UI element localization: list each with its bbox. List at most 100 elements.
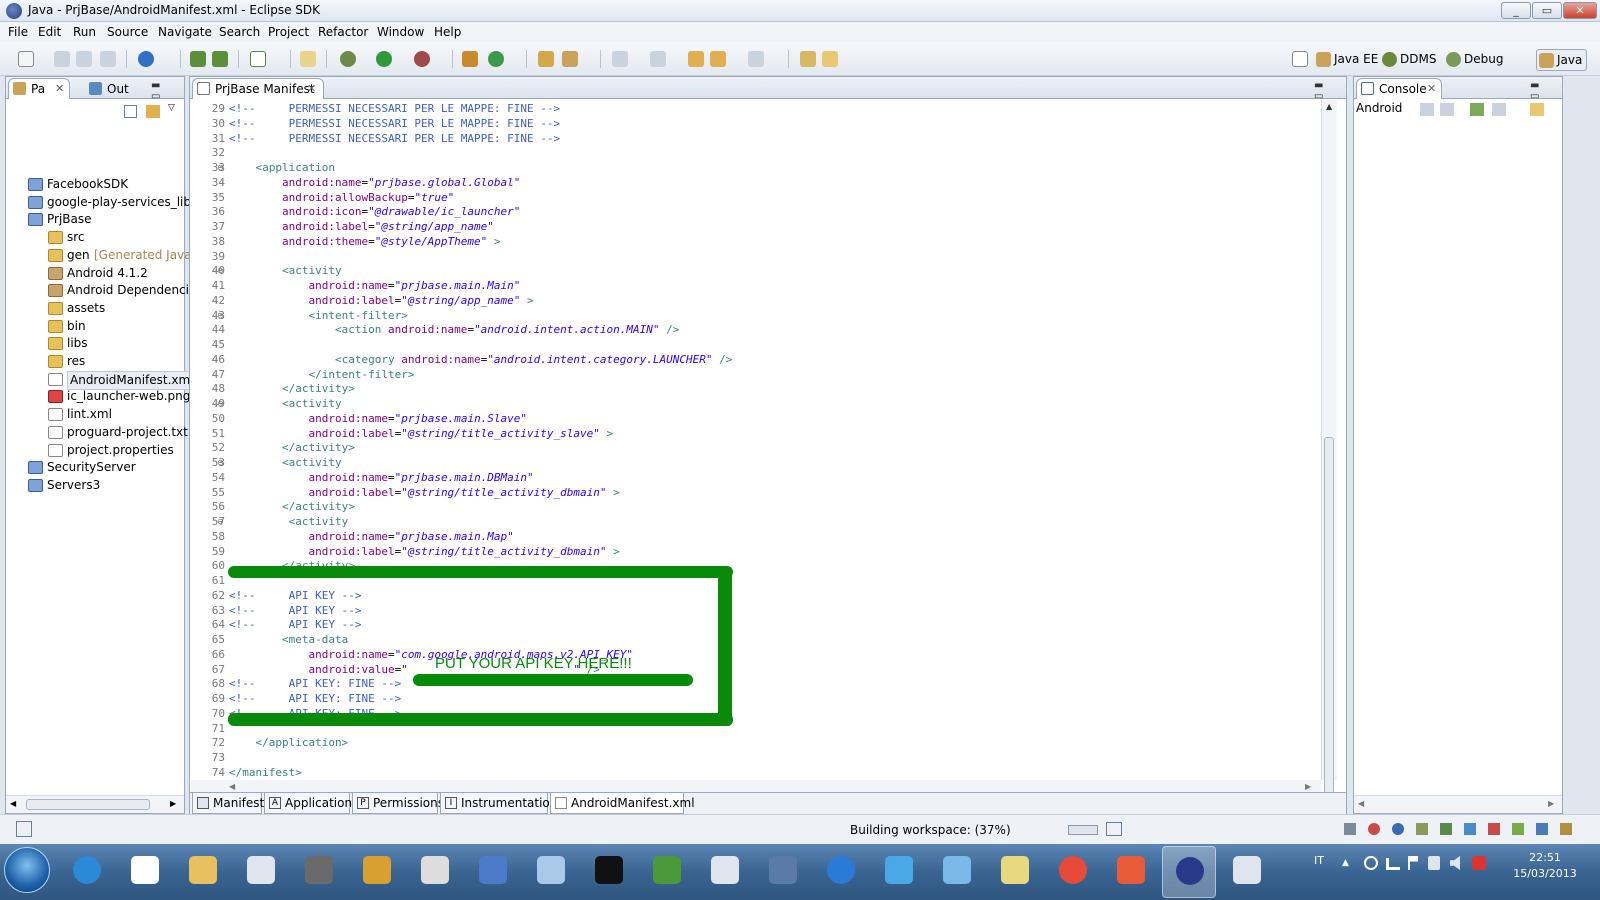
print-icon[interactable]	[100, 51, 116, 67]
status-tool-icon[interactable]	[1464, 823, 1476, 835]
pin-console-icon[interactable]	[1470, 103, 1484, 116]
taskbar-button[interactable]	[582, 846, 636, 898]
scroll-left-icon[interactable]: ◀	[1358, 799, 1364, 808]
previous-annotation-icon[interactable]	[650, 51, 666, 67]
taskbar-button[interactable]	[118, 846, 172, 898]
status-tool-icon[interactable]	[1536, 823, 1548, 835]
tab-application[interactable]: A Application	[264, 793, 352, 814]
console-hscrollbar[interactable]: ◀ ▶	[1354, 795, 1562, 813]
fold-toggle-icon[interactable]: ⊖	[217, 311, 224, 320]
taskbar-button[interactable]	[698, 846, 752, 898]
open-type-icon[interactable]	[538, 51, 554, 67]
status-tool-icon[interactable]	[1416, 823, 1428, 835]
tab-prjbase-manifest[interactable]: PrjBase Manifest ✕	[192, 78, 324, 99]
status-tool-icon[interactable]	[1392, 823, 1404, 835]
status-tool-icon[interactable]	[1368, 823, 1380, 835]
antivirus-icon[interactable]	[1472, 856, 1486, 870]
taskbar-button[interactable]	[350, 846, 404, 898]
fold-toggle-icon[interactable]: ⊖	[217, 458, 224, 467]
tab-manifest[interactable]: Manifest	[192, 793, 264, 814]
signal-icon[interactable]	[1386, 858, 1400, 870]
fold-toggle-icon[interactable]: ⊖	[217, 163, 224, 172]
perspective-debug[interactable]: Debug	[1444, 49, 1503, 71]
display-console-icon[interactable]	[1492, 103, 1506, 116]
progress-view-icon[interactable]	[1106, 822, 1122, 836]
taskbar-button[interactable]	[640, 846, 694, 898]
close-button[interactable]: ✕	[1563, 2, 1597, 19]
close-icon[interactable]: ✕	[55, 79, 64, 99]
new-class-icon[interactable]	[488, 51, 504, 67]
clock[interactable]: 22:51 15/03/2013	[1500, 850, 1590, 882]
taskbar-button[interactable]	[814, 846, 868, 898]
link-with-editor-icon[interactable]	[146, 105, 160, 118]
menu-file[interactable]: File	[8, 25, 28, 39]
new-package-icon[interactable]	[462, 51, 478, 67]
scroll-right-icon[interactable]: ▶	[1548, 799, 1554, 808]
avd-manager-icon[interactable]	[212, 51, 228, 67]
close-icon[interactable]: ✕	[1427, 79, 1436, 99]
taskbar-button[interactable]	[1046, 846, 1100, 898]
minimize-maximize-icon[interactable]: ▬ ▭	[151, 80, 184, 102]
tab-instrumentation[interactable]: I Instrumentation	[440, 793, 557, 814]
status-tool-icon[interactable]	[1560, 823, 1572, 835]
check-icon[interactable]	[250, 51, 266, 67]
device-icon[interactable]	[1428, 856, 1440, 870]
scroll-thumb[interactable]	[26, 799, 150, 810]
start-button[interactable]	[4, 847, 50, 893]
tab-androidmanifest-xml[interactable]: AndroidManifest.xml	[550, 793, 695, 814]
fast-view-icon[interactable]	[16, 821, 32, 837]
back-icon[interactable]	[710, 51, 726, 67]
status-tool-icon[interactable]	[1344, 823, 1356, 835]
save-all-icon[interactable]	[76, 51, 92, 67]
scroll-left-icon[interactable]: ◀	[10, 799, 16, 808]
taskbar-button[interactable]	[176, 846, 230, 898]
taskbar-button[interactable]	[524, 846, 578, 898]
taskbar-button[interactable]	[988, 846, 1042, 898]
menu-project[interactable]: Project	[268, 25, 309, 39]
minimize-button[interactable]: _	[1501, 2, 1531, 19]
maximize-button[interactable]: ▭	[1532, 2, 1562, 19]
menu-run[interactable]: Run	[73, 25, 96, 39]
network-icon[interactable]	[1364, 856, 1378, 870]
taskbar-button[interactable]	[466, 846, 520, 898]
fold-toggle-icon[interactable]: ⊖	[217, 517, 224, 526]
forward-icon[interactable]	[748, 51, 764, 67]
taskbar-button[interactable]	[756, 846, 810, 898]
minimize-maximize-icon[interactable]: ▬ ▭	[1314, 80, 1346, 102]
explorer-hscrollbar[interactable]: ◀ ▶	[6, 795, 184, 813]
taskbar-button[interactable]	[234, 846, 288, 898]
fold-toggle-icon[interactable]: ⊖	[217, 399, 224, 408]
next-annotation-icon[interactable]	[612, 51, 628, 67]
menu-help[interactable]: Help	[434, 25, 461, 39]
taskbar-button[interactable]	[872, 846, 926, 898]
taskbar-button[interactable]	[1162, 846, 1216, 898]
perspective-java[interactable]: Java	[1536, 49, 1588, 71]
run-icon[interactable]	[376, 51, 392, 67]
menu-source[interactable]: Source	[107, 25, 148, 39]
status-tool-icon[interactable]	[1512, 823, 1524, 835]
clear-console-icon[interactable]	[1420, 103, 1434, 116]
taskbar-button[interactable]	[60, 846, 114, 898]
menu-edit[interactable]: Edit	[38, 25, 61, 39]
taskbar-button[interactable]	[930, 846, 984, 898]
new-icon[interactable]	[18, 51, 34, 67]
android-sdk-icon[interactable]	[190, 51, 206, 67]
lint-icon[interactable]	[300, 51, 316, 67]
fold-toggle-icon[interactable]: ⊖	[217, 266, 224, 275]
taskbar-button[interactable]	[1220, 846, 1274, 898]
menu-refactor[interactable]: Refactor	[318, 25, 368, 39]
menu-navigate[interactable]: Navigate	[158, 25, 212, 39]
last-edit-icon[interactable]	[688, 51, 704, 67]
tab-permissions[interactable]: P Permissions	[352, 793, 444, 814]
tab-outline[interactable]: Out	[84, 78, 140, 99]
editor-scroll-thumb[interactable]	[1324, 437, 1334, 832]
perspective-ddms[interactable]: DDMS	[1380, 49, 1436, 71]
language-indicator[interactable]: IT	[1314, 854, 1324, 867]
pin-editor-icon[interactable]	[800, 51, 816, 67]
open-console-icon[interactable]	[1530, 103, 1544, 116]
status-tool-icon[interactable]	[1440, 823, 1452, 835]
view-menu-icon[interactable]: ▽	[168, 103, 175, 113]
status-tool-icon[interactable]	[1488, 823, 1500, 835]
tab-console[interactable]: Console ✕	[1356, 78, 1442, 99]
code-area[interactable]: 29 30 31 32 33 ⊖ 34 35 36 37 38 39 40 ⊖ 41 42 43 ⊖ 44 45 46 4…	[191, 100, 1321, 780]
